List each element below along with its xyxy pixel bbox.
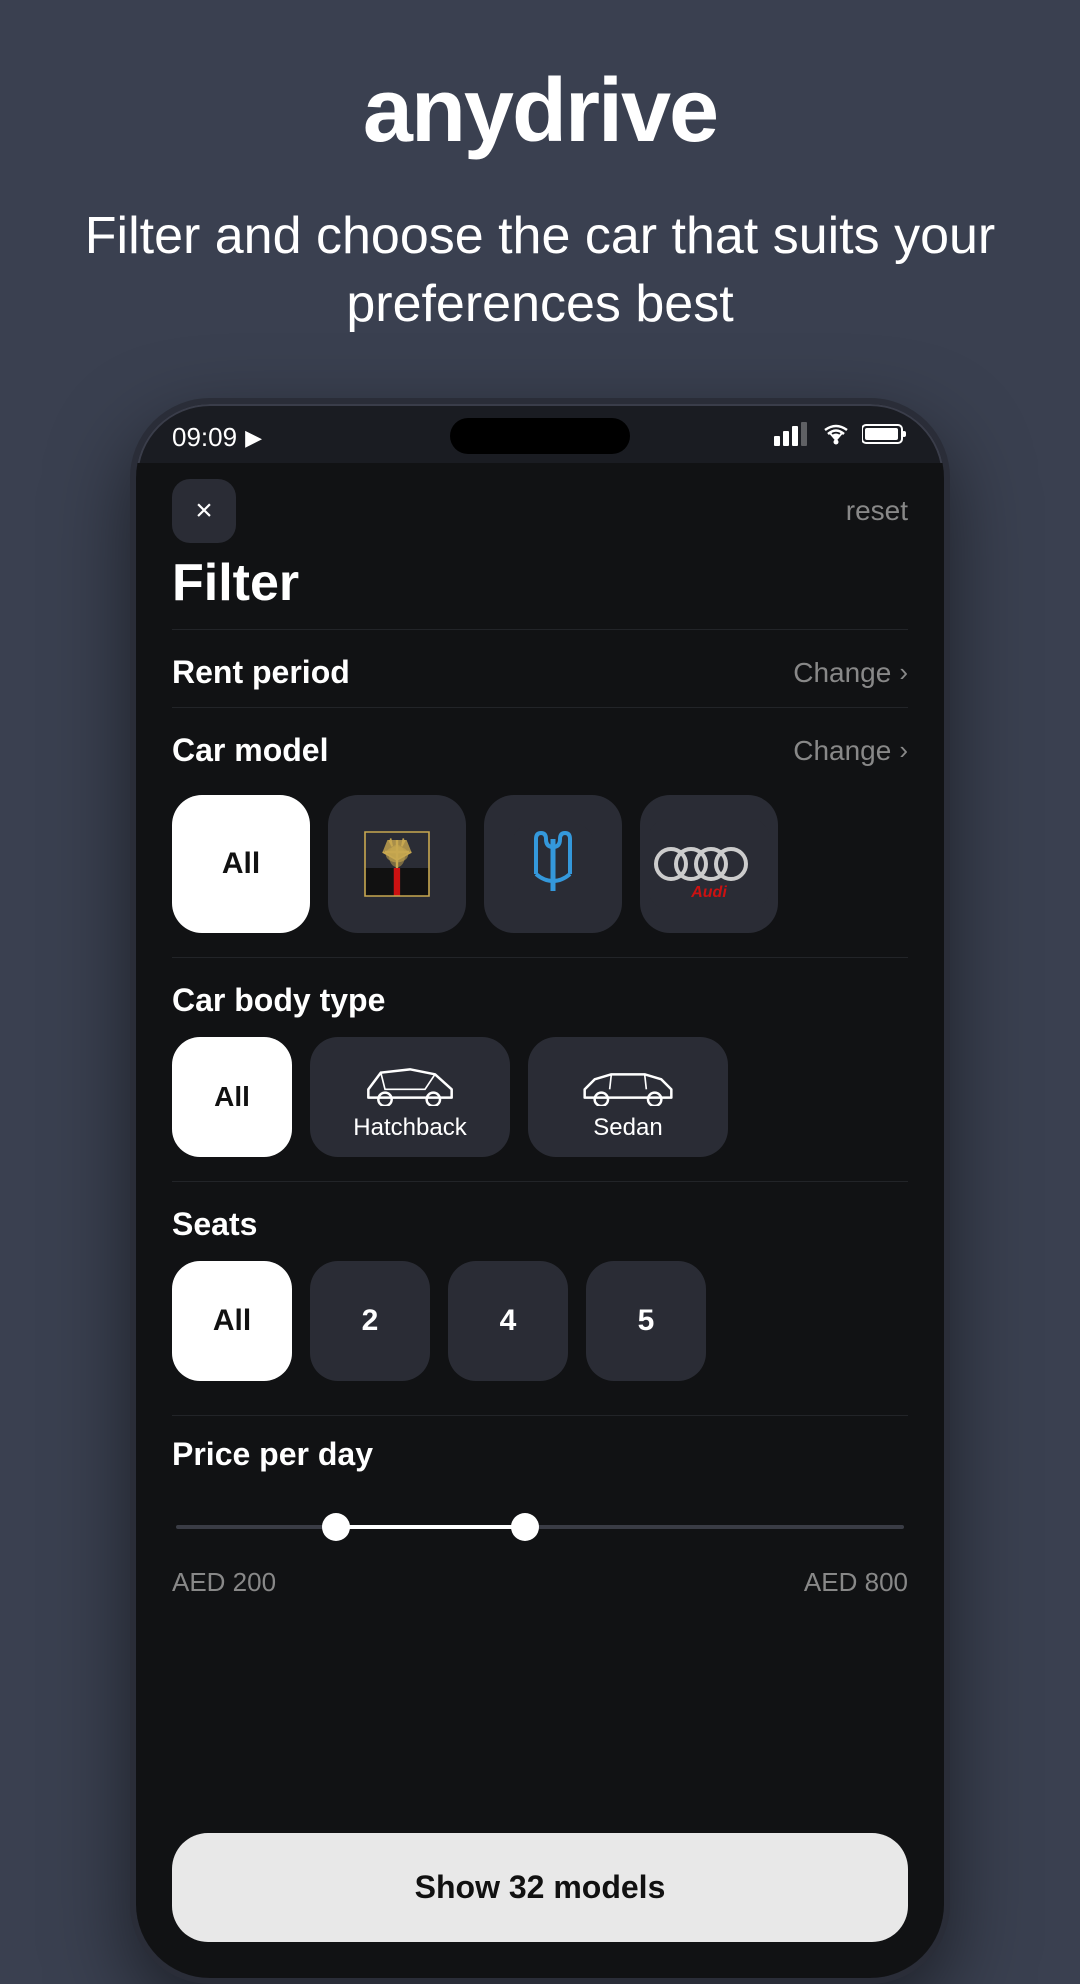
signal-icon bbox=[774, 422, 810, 453]
price-label: Price per day bbox=[172, 1415, 908, 1497]
brand-logos-row: All bbox=[172, 785, 908, 957]
slider-track bbox=[176, 1525, 904, 1529]
porsche-logo-icon bbox=[357, 824, 437, 904]
chevron-right-icon: › bbox=[899, 657, 908, 688]
close-icon: × bbox=[195, 494, 213, 528]
app-subtitle: Filter and choose the car that suits you… bbox=[60, 203, 1020, 338]
app-title: anydrive bbox=[60, 60, 1020, 163]
slider-thumb-min[interactable] bbox=[322, 1513, 350, 1541]
chevron-right-icon-2: › bbox=[899, 735, 908, 766]
car-model-row: Car model Change › bbox=[172, 707, 908, 785]
rent-period-row: Rent period Change › bbox=[172, 629, 908, 707]
brand-item-all[interactable]: All bbox=[172, 795, 310, 933]
rent-period-label: Rent period bbox=[172, 654, 350, 691]
hatchback-icon bbox=[360, 1056, 460, 1106]
seats-section: Seats bbox=[172, 1181, 908, 1251]
price-min-label: AED 200 bbox=[172, 1567, 276, 1598]
brand-item-audi[interactable]: Audi bbox=[640, 795, 778, 933]
reset-button[interactable]: reset bbox=[846, 495, 908, 527]
hatchback-label: Hatchback bbox=[353, 1114, 466, 1142]
sedan-label: Sedan bbox=[593, 1114, 662, 1142]
seat-2-label: 2 bbox=[362, 1304, 379, 1338]
seat-2[interactable]: 2 bbox=[310, 1261, 430, 1381]
filter-header: × reset bbox=[172, 463, 908, 553]
volume-button bbox=[130, 704, 136, 774]
body-type-section: Car body type bbox=[172, 957, 908, 1027]
screen-content: × reset Filter Rent period Change › Car … bbox=[136, 463, 944, 1813]
seat-5-label: 5 bbox=[638, 1304, 655, 1338]
car-model-change-text: Change bbox=[793, 735, 891, 767]
seat-5[interactable]: 5 bbox=[586, 1261, 706, 1381]
brand-all-label: All bbox=[222, 847, 260, 881]
price-slider[interactable] bbox=[176, 1507, 904, 1547]
seat-4-label: 4 bbox=[500, 1304, 517, 1338]
filter-title: Filter bbox=[172, 553, 908, 613]
status-time: 09:09 bbox=[172, 422, 237, 453]
body-type-row: All Hatchback bbox=[172, 1027, 908, 1181]
power-button bbox=[944, 684, 950, 804]
rent-period-change[interactable]: Change › bbox=[793, 657, 908, 689]
cta-container: Show 32 models bbox=[136, 1813, 944, 1978]
slider-fill bbox=[336, 1525, 525, 1529]
svg-text:Audi: Audi bbox=[690, 884, 727, 901]
car-model-label: Car model bbox=[172, 732, 328, 769]
body-type-hatchback[interactable]: Hatchback bbox=[310, 1037, 510, 1157]
body-type-label: Car body type bbox=[172, 982, 385, 1019]
seats-label: Seats bbox=[172, 1206, 257, 1243]
seats-row: All 2 4 5 bbox=[172, 1251, 908, 1405]
price-range-labels: AED 200 AED 800 bbox=[172, 1567, 908, 1598]
price-max-label: AED 800 bbox=[804, 1567, 908, 1598]
location-icon: ▶ bbox=[245, 425, 262, 451]
audi-logo-icon: Audi bbox=[649, 819, 769, 909]
phone-notch bbox=[450, 418, 630, 454]
battery-icon bbox=[862, 422, 908, 453]
wifi-icon bbox=[820, 422, 852, 453]
body-type-all[interactable]: All bbox=[172, 1037, 292, 1157]
show-models-button[interactable]: Show 32 models bbox=[172, 1833, 908, 1942]
sedan-icon bbox=[578, 1056, 678, 1106]
seat-4[interactable]: 4 bbox=[448, 1261, 568, 1381]
brand-item-maserati[interactable] bbox=[484, 795, 622, 933]
rent-period-change-text: Change bbox=[793, 657, 891, 689]
slider-thumb-max[interactable] bbox=[511, 1513, 539, 1541]
seat-all[interactable]: All bbox=[172, 1261, 292, 1381]
car-model-change[interactable]: Change › bbox=[793, 735, 908, 767]
body-type-all-label: All bbox=[214, 1081, 250, 1113]
body-type-sedan[interactable]: Sedan bbox=[528, 1037, 728, 1157]
seat-all-label: All bbox=[213, 1304, 251, 1338]
phone-frame: 09:09 ▶ bbox=[130, 398, 950, 1984]
maserati-logo-icon bbox=[508, 819, 598, 909]
brand-item-porsche[interactable] bbox=[328, 795, 466, 933]
price-section: Price per day AED 200 AED 800 bbox=[172, 1405, 908, 1618]
close-button[interactable]: × bbox=[172, 479, 236, 543]
